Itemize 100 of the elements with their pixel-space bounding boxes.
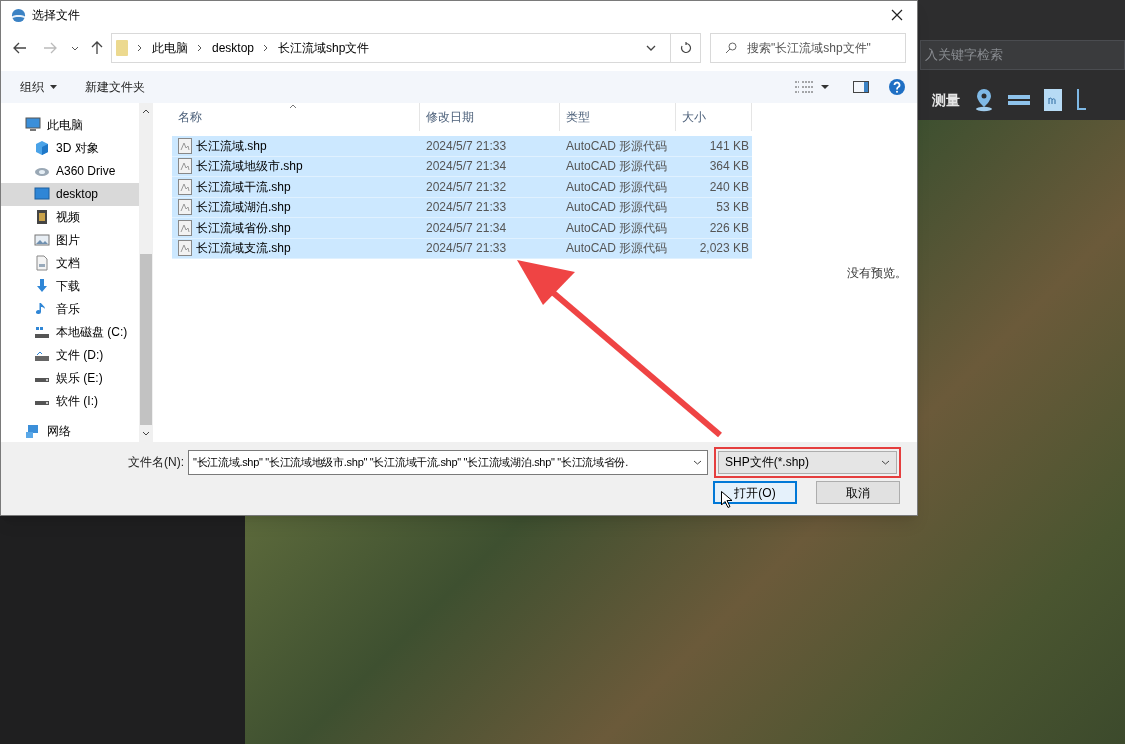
desktop-icon xyxy=(34,186,50,203)
breadcrumb[interactable]: 长江流域shp文件 xyxy=(278,39,370,57)
chevron-down-icon xyxy=(881,459,890,465)
sidebar-item[interactable]: 网络 xyxy=(1,419,139,443)
column-header[interactable]: 大小 xyxy=(676,103,752,131)
search-icon xyxy=(725,42,737,54)
search-field[interactable]: 搜索"长江流域shp文件" xyxy=(710,33,906,63)
column-header[interactable]: 名称 xyxy=(172,103,420,131)
file-row[interactable]: 长江流域支流.shp 2024/5/7 21:33 AutoCAD 形源代码 2,023 KB xyxy=(172,238,752,259)
new-folder-button[interactable]: 新建文件夹 xyxy=(85,78,145,96)
chevron-down-icon xyxy=(142,431,150,436)
sidebar-item[interactable]: 音乐 xyxy=(1,297,139,321)
sidebar-item[interactable]: 图片 xyxy=(1,228,139,252)
file-icon xyxy=(178,158,192,175)
back-arrow-icon[interactable] xyxy=(13,42,27,54)
table-cell-text: 长江流域.shp xyxy=(196,137,267,155)
sidebar-item[interactable]: 文档 xyxy=(1,251,139,275)
chevron-right-icon xyxy=(197,44,202,52)
sidebar-item[interactable]: A360 Drive xyxy=(1,159,139,183)
table-cell-text: 2024/5/7 21:34 xyxy=(426,158,507,176)
video-icon xyxy=(34,209,50,226)
folder-icon xyxy=(116,40,128,56)
file-row[interactable]: 长江流域地级市.shp 2024/5/7 21:34 AutoCAD 形源代码 364 KB xyxy=(172,156,752,177)
ruler-icon[interactable] xyxy=(1008,95,1030,105)
column-header[interactable]: 修改日期 xyxy=(420,103,560,131)
column-header[interactable]: 类型 xyxy=(560,103,676,131)
sort-caret-icon xyxy=(289,104,297,109)
file-row[interactable]: 长江流域省份.shp 2024/5/7 21:34 AutoCAD 形源代码 226 KB xyxy=(172,218,752,239)
table-cell-text: 长江流域支流.shp xyxy=(196,240,291,258)
chevron-down-icon[interactable] xyxy=(71,45,79,51)
angle-icon[interactable] xyxy=(1076,89,1086,111)
file-name-field[interactable]: "长江流域.shp" "长江流域地级市.shp" "长江流域干流.shp" "长江流域湖泊.shp" "长江流域省份. xyxy=(188,449,708,475)
table-cell-text: 240 KB xyxy=(709,178,749,196)
file-icon xyxy=(178,219,192,236)
window-title: 选择文件 xyxy=(32,7,80,24)
caret-icon[interactable] xyxy=(821,85,829,89)
organize-menu[interactable]: 组织 xyxy=(20,78,57,96)
document-icon xyxy=(34,255,50,272)
file-row[interactable]: 长江流域.shp 2024/5/7 21:33 AutoCAD 形源代码 141 KB xyxy=(172,136,752,157)
drive-icon xyxy=(34,399,50,406)
scrollbar[interactable] xyxy=(139,103,153,442)
sidebar-item[interactable]: 3D 对象 xyxy=(1,136,139,160)
table-cell-text: 2024/5/7 21:33 xyxy=(426,137,507,155)
table-cell-text: AutoCAD 形源代码 xyxy=(566,199,668,217)
up-arrow-icon[interactable] xyxy=(91,41,103,55)
file-row[interactable]: 长江流域干流.shp 2024/5/7 21:32 AutoCAD 形源代码 240 KB xyxy=(172,177,752,198)
refresh-button[interactable] xyxy=(671,33,701,63)
sidebar-item[interactable]: 本地磁盘 (C:) xyxy=(1,320,139,344)
table-cell-text: 长江流域干流.shp xyxy=(196,178,291,196)
breadcrumb[interactable]: 此电脑 xyxy=(152,39,188,57)
cube-icon xyxy=(34,140,50,157)
chevron-right-icon xyxy=(137,44,142,52)
sidebar-item[interactable]: 下载 xyxy=(1,274,139,298)
sidebar-item[interactable]: desktop xyxy=(1,182,139,206)
sidebar-item[interactable]: 文件 (D:) xyxy=(1,343,139,367)
open-button[interactable]: 打开(O) xyxy=(713,481,797,504)
drive-icon xyxy=(34,376,50,383)
sidebar-item[interactable]: 视频 xyxy=(1,205,139,229)
table-cell-text: 2,023 KB xyxy=(699,240,749,258)
chevron-right-icon xyxy=(263,44,269,52)
table-cell-text: AutoCAD 形源代码 xyxy=(566,240,668,258)
sidebar-item[interactable]: 此电脑 xyxy=(1,114,139,137)
table-cell-text: 364 KB xyxy=(709,158,749,176)
sidebar-item[interactable]: 娱乐 (E:) xyxy=(1,366,139,390)
picture-icon xyxy=(34,232,50,249)
sidebar-item[interactable]: 软件 (I:) xyxy=(1,389,139,413)
toolbar-label: 测量 xyxy=(932,90,960,110)
breadcrumb[interactable]: desktop xyxy=(212,39,255,57)
file-icon xyxy=(178,178,192,195)
chevron-down-icon[interactable] xyxy=(646,45,656,51)
table-cell-text: 长江流域省份.shp xyxy=(196,219,291,237)
table-cell-text: 226 KB xyxy=(709,219,749,237)
table-cell-text: 53 KB xyxy=(716,199,749,217)
globe-icon xyxy=(11,7,26,23)
table-cell-text: AutoCAD 形源代码 xyxy=(566,178,668,196)
table-cell-text: 长江流域湖泊.shp xyxy=(196,199,291,217)
file-row[interactable]: 长江流域湖泊.shp 2024/5/7 21:33 AutoCAD 形源代码 53 KB xyxy=(172,197,752,218)
table-cell-text: AutoCAD 形源代码 xyxy=(566,219,668,237)
help-icon[interactable] xyxy=(889,79,905,95)
file-icon xyxy=(178,137,192,154)
file-name-label: 文件名(N): xyxy=(128,454,184,471)
close-icon xyxy=(891,9,903,21)
network-icon xyxy=(25,422,41,439)
pc-icon xyxy=(25,117,41,134)
table-cell-text: AutoCAD 形源代码 xyxy=(566,137,668,155)
preview-message: 没有预览。 xyxy=(847,265,907,282)
chevron-down-icon xyxy=(693,459,702,465)
preview-pane-icon[interactable] xyxy=(853,81,869,93)
table-cell-text: 2024/5/7 21:34 xyxy=(426,219,507,237)
file-type-dropdown[interactable]: SHP文件(*.shp) xyxy=(718,450,897,474)
caret-icon xyxy=(50,85,57,89)
chevron-up-icon xyxy=(142,109,150,114)
table-cell-text: 2024/5/7 21:33 xyxy=(426,240,507,258)
address-bar[interactable]: 此电脑 desktop 长江流域shp文件 xyxy=(111,33,671,63)
location-pin-icon[interactable] xyxy=(974,88,994,112)
table-cell-text: AutoCAD 形源代码 xyxy=(566,158,668,176)
file-icon xyxy=(178,240,192,257)
refresh-icon xyxy=(679,42,692,54)
table-cell-text: 2024/5/7 21:33 xyxy=(426,199,507,217)
cancel-button[interactable]: 取消 xyxy=(816,481,900,504)
